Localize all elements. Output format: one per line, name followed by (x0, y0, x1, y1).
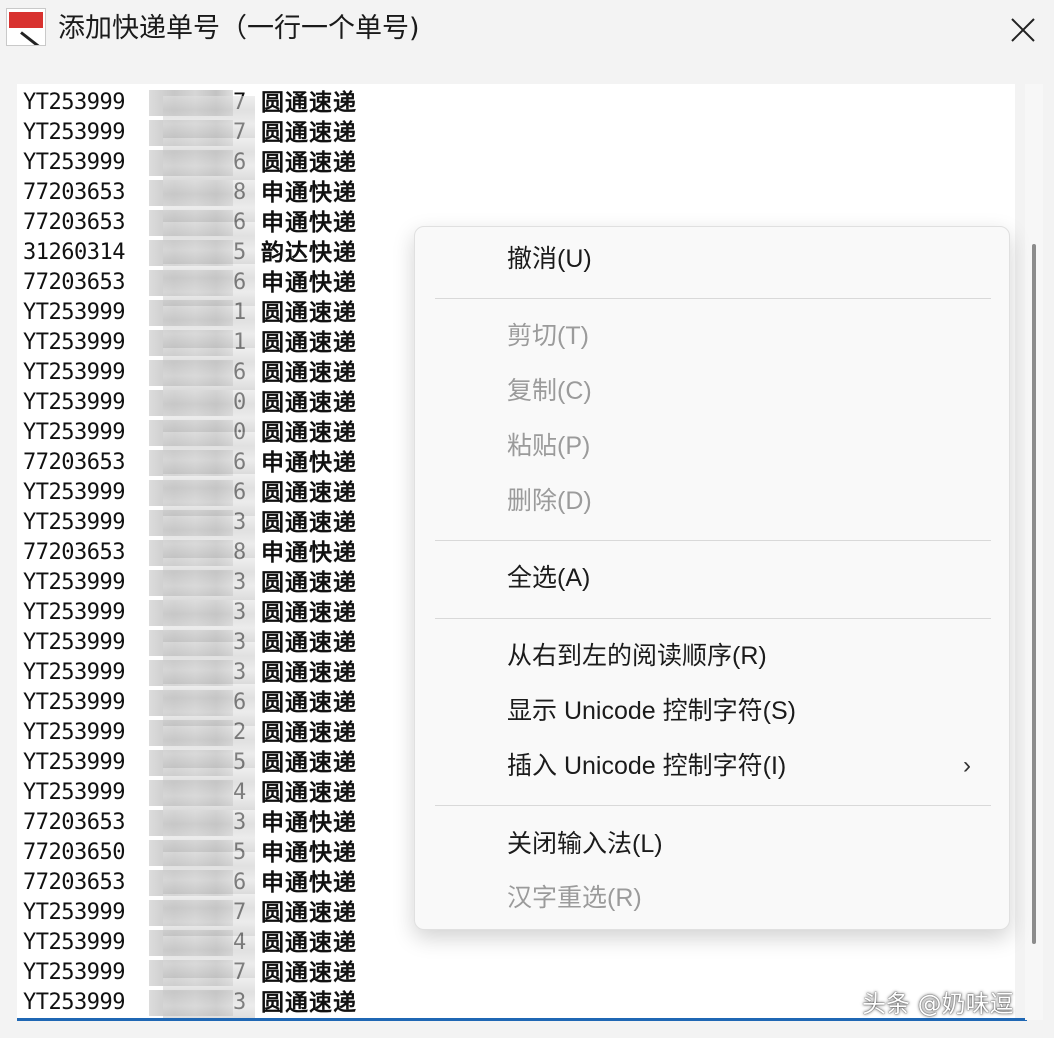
tracking-number-prefix: YT253999 (23, 900, 125, 925)
menu-item-select-all[interactable]: 全选(A) (507, 562, 590, 594)
tracking-number-prefix: YT253999 (23, 120, 125, 145)
tracking-number-prefix: YT253999 (23, 510, 125, 535)
menu-separator (435, 298, 991, 299)
tracking-number-prefix: 77203653 (23, 870, 125, 895)
tracking-number-prefix: 77203653 (23, 450, 125, 475)
window-title: 添加快递单号（一行一个单号) (58, 13, 420, 44)
tracking-number-prefix: YT253999 (23, 390, 125, 415)
carrier-name: 圆通速递 (261, 600, 357, 626)
tracking-number-prefix: YT253999 (23, 600, 125, 625)
dialog-window: 添加快递单号（一行一个单号) YT2539997圆通速递YT2539997圆通速… (0, 0, 1054, 1038)
vertical-scrollbar[interactable] (1025, 84, 1043, 1020)
carrier-name: 申通快递 (261, 450, 357, 476)
menu-item-close-ime[interactable]: 关闭输入法(L) (507, 828, 663, 860)
carrier-name: 圆通速递 (261, 690, 357, 716)
tracking-number-prefix: YT253999 (23, 360, 125, 385)
carrier-name: 圆通速递 (261, 330, 357, 356)
carrier-name: 申通快递 (261, 180, 357, 206)
pixelated-redaction (163, 96, 255, 1020)
carrier-name: 圆通速递 (261, 990, 357, 1016)
carrier-name: 圆通速递 (261, 420, 357, 446)
close-button[interactable] (1000, 8, 1046, 52)
chevron-right-icon: › (963, 752, 971, 779)
menu-item-undo[interactable]: 撤消(U) (507, 243, 592, 275)
carrier-name: 圆通速递 (261, 720, 357, 746)
context-menu: 撤消(U) 剪切(T) 复制(C) 粘贴(P) 删除(D) 全选(A) 从右到左… (414, 226, 1010, 930)
watermark: 头条 @奶味逗 (862, 990, 1014, 1018)
tracking-number-prefix: YT253999 (23, 330, 125, 355)
carrier-name: 圆通速递 (261, 510, 357, 536)
tracking-number-prefix: YT253999 (23, 660, 125, 685)
tracking-number-prefix: YT253999 (23, 780, 125, 805)
carrier-name: 圆通速递 (261, 660, 357, 686)
carrier-name: 申通快递 (261, 870, 357, 896)
menu-item-rtl-reading[interactable]: 从右到左的阅读顺序(R) (507, 640, 767, 672)
menu-item-reconvert[interactable]: 汉字重选(R) (507, 882, 642, 914)
carrier-name: 圆通速递 (261, 900, 357, 926)
carrier-name: 圆通速递 (261, 960, 357, 986)
menu-separator (435, 805, 991, 806)
tracking-number-prefix: 77203650 (23, 840, 125, 865)
carrier-name: 申通快递 (261, 810, 357, 836)
tracking-number-prefix: YT253999 (23, 300, 125, 325)
carrier-name: 圆通速递 (261, 300, 357, 326)
carrier-name: 圆通速递 (261, 150, 357, 176)
tracking-number-prefix: YT253999 (23, 90, 125, 115)
carrier-name: 申通快递 (261, 210, 357, 236)
carrier-name: 圆通速递 (261, 630, 357, 656)
carrier-name: 圆通速递 (261, 930, 357, 956)
carrier-name: 圆通速递 (261, 390, 357, 416)
carrier-name: 圆通速递 (261, 570, 357, 596)
tracking-number-prefix: YT253999 (23, 720, 125, 745)
tracking-number-prefix: 77203653 (23, 210, 125, 235)
title-bar: 添加快递单号（一行一个单号) (0, 0, 1054, 64)
tracking-number-prefix: YT253999 (23, 690, 125, 715)
carrier-name: 圆通速递 (261, 120, 357, 146)
tracking-number-prefix: 77203653 (23, 270, 125, 295)
tracking-number-prefix: YT253999 (23, 930, 125, 955)
tracking-number-prefix: YT253999 (23, 150, 125, 175)
tracking-number-prefix: 77203653 (23, 810, 125, 835)
menu-item-show-unicode[interactable]: 显示 Unicode 控制字符(S) (507, 695, 796, 727)
tracking-number-prefix: YT253999 (23, 480, 125, 505)
carrier-name: 韵达快递 (261, 240, 357, 266)
tracking-number-prefix: YT253999 (23, 570, 125, 595)
tracking-number-prefix: YT253999 (23, 990, 125, 1015)
tracking-number-prefix: 31260314 (23, 240, 125, 265)
carrier-name: 申通快递 (261, 840, 357, 866)
menu-item-paste[interactable]: 粘贴(P) (507, 430, 590, 462)
menu-separator (435, 540, 991, 541)
carrier-name: 圆通速递 (261, 750, 357, 776)
app-logo-icon (6, 8, 46, 46)
menu-item-delete[interactable]: 删除(D) (507, 485, 592, 517)
tracking-number-prefix: 77203653 (23, 180, 125, 205)
menu-item-cut[interactable]: 剪切(T) (507, 320, 589, 352)
tracking-number-prefix: YT253999 (23, 420, 125, 445)
tracking-number-prefix: 77203653 (23, 540, 125, 565)
menu-item-copy[interactable]: 复制(C) (507, 375, 592, 407)
tracking-number-prefix: YT253999 (23, 960, 125, 985)
carrier-name: 申通快递 (261, 540, 357, 566)
close-icon (1011, 18, 1035, 42)
carrier-name: 圆通速递 (261, 780, 357, 806)
menu-item-insert-unicode[interactable]: 插入 Unicode 控制字符(I) (507, 750, 786, 782)
carrier-name: 圆通速递 (261, 90, 357, 116)
carrier-name: 申通快递 (261, 270, 357, 296)
scrollbar-thumb[interactable] (1032, 244, 1036, 944)
menu-separator (435, 618, 991, 619)
carrier-name: 圆通速递 (261, 360, 357, 386)
tracking-number-prefix: YT253999 (23, 630, 125, 655)
tracking-number-prefix: YT253999 (23, 750, 125, 775)
carrier-name: 圆通速递 (261, 480, 357, 506)
